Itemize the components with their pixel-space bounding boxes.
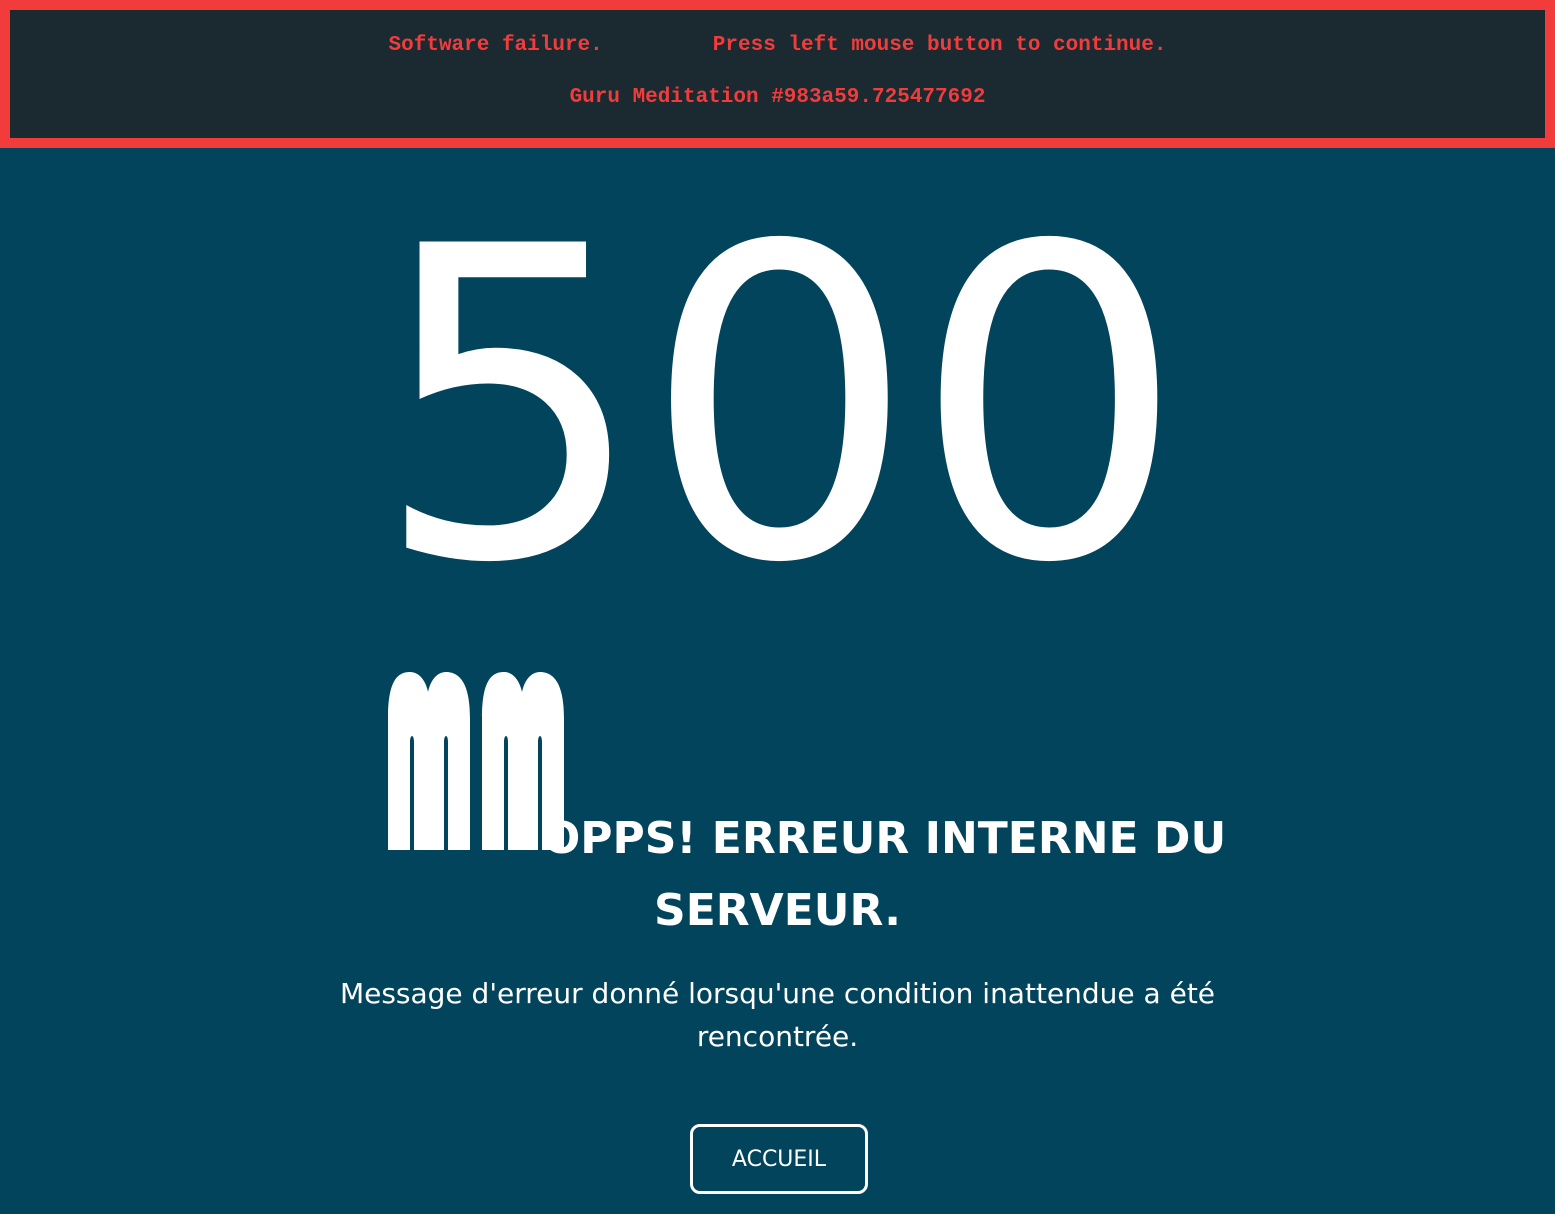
error-title: OPPS! ERREUR INTERNE DU SERVEUR. [300, 803, 1255, 947]
guru-meditation-code: Guru Meditation #983a59.725477692 [569, 86, 986, 109]
error-description: Message d'erreur donné lorsqu'une condit… [339, 977, 1216, 1053]
error-title-line2: SERVEUR. [654, 885, 901, 936]
press-button-text: Press left mouse button to continue. [712, 34, 1167, 57]
guru-meditation-banner[interactable]: Software failure. Press left mouse button… [0, 0, 1555, 148]
home-button[interactable]: ACCUEIL [690, 1124, 868, 1194]
software-failure-line: Software failure. Press left mouse button… [10, 34, 1545, 57]
error-title-line1: OPPS! ERREUR INTERNE DU [542, 813, 1227, 864]
error-code: 500 [373, 157, 1186, 657]
software-failure-text: Software failure. [388, 34, 603, 57]
